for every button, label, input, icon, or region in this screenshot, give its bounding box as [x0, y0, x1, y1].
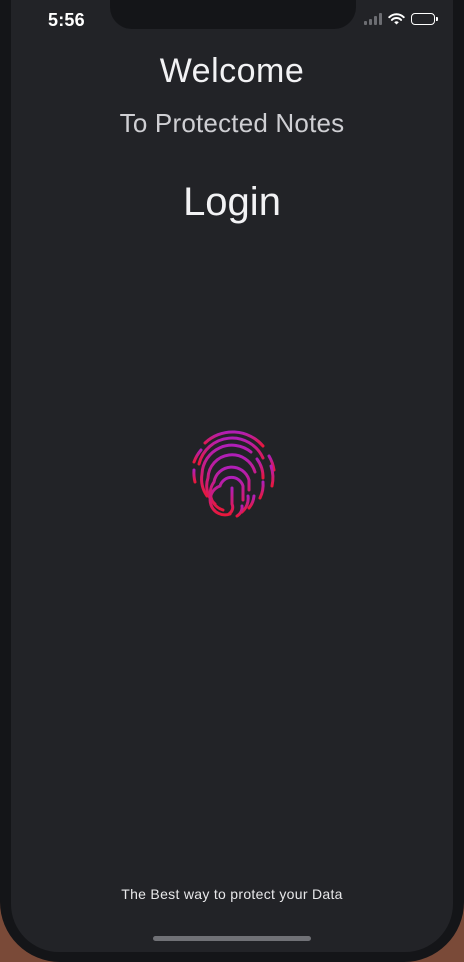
welcome-subtitle: To Protected Notes: [119, 108, 345, 138]
status-time: 5:56: [48, 10, 85, 30]
welcome-title: Welcome: [159, 52, 305, 90]
signal-icon: [364, 13, 382, 25]
fingerprint-icon: [192, 430, 276, 518]
device-frame: 5:56 Welcome To Protected Notes Login Th…: [0, 0, 464, 962]
status-icons: [364, 13, 438, 25]
battery-icon: [411, 13, 438, 25]
app-screen: 5:56 Welcome To Protected Notes Login Th…: [11, 0, 453, 952]
fingerprint-login-button[interactable]: [185, 426, 279, 520]
wifi-icon: [388, 13, 405, 25]
footer-tagline: The Best way to protect your Data: [121, 886, 343, 902]
device-notch: [110, 0, 356, 29]
login-title: Login: [183, 180, 281, 224]
home-indicator[interactable]: [153, 936, 311, 941]
